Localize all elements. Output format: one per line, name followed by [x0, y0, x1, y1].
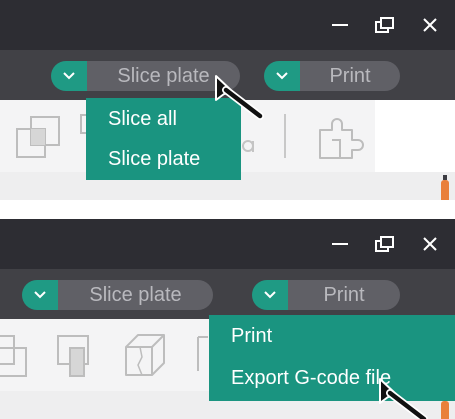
- chevron-down-icon: [264, 291, 276, 299]
- print-button[interactable]: Print: [300, 61, 400, 91]
- slice-plate-button[interactable]: Slice plate: [58, 280, 213, 310]
- restore-button[interactable]: [364, 0, 404, 50]
- cube-cut-icon[interactable]: [120, 331, 174, 385]
- restore-icon: [375, 236, 394, 252]
- pointer-arrow-icon: [215, 75, 264, 120]
- minimize-button[interactable]: [320, 219, 360, 269]
- slice-dropdown-toggle[interactable]: [51, 61, 87, 91]
- screenshot-panel-print-menu: Slice plate Print Print Export G-code fi…: [0, 219, 455, 419]
- restore-icon: [375, 17, 394, 33]
- title-bar: [0, 0, 455, 50]
- boolean-union-icon[interactable]: [14, 114, 64, 164]
- restore-button[interactable]: [364, 219, 404, 269]
- puzzle-split-icon[interactable]: [312, 110, 364, 162]
- close-icon: [423, 237, 437, 251]
- title-bar: [0, 219, 455, 269]
- print-button[interactable]: Print: [288, 280, 400, 310]
- marker-indicator: [441, 175, 449, 200]
- close-button[interactable]: [410, 219, 450, 269]
- chevron-down-icon: [63, 72, 75, 80]
- minimize-button[interactable]: [320, 0, 360, 50]
- minimize-icon: [332, 24, 348, 26]
- boolean-intersect-icon[interactable]: [56, 333, 106, 383]
- minimize-icon: [332, 243, 348, 245]
- print-dropdown-toggle[interactable]: [252, 280, 288, 310]
- chevron-down-icon: [276, 72, 288, 80]
- screenshot-panel-slice-menu: Slice plate Print Slice all Slice plate: [0, 0, 455, 200]
- pointer-arrow-icon: [379, 378, 428, 419]
- menu-item-print[interactable]: Print: [209, 316, 455, 356]
- text-tool-icon[interactable]: [240, 134, 254, 156]
- tool-icon-partial[interactable]: [196, 335, 208, 375]
- tool-separator: [284, 114, 286, 158]
- boolean-subtract-icon[interactable]: [0, 333, 40, 383]
- menu-item-slice-plate[interactable]: Slice plate: [86, 139, 241, 179]
- slice-toolbar: Slice plate Print: [0, 269, 455, 319]
- close-button[interactable]: [410, 0, 450, 50]
- close-icon: [423, 18, 437, 32]
- marker-indicator: [441, 396, 449, 419]
- chevron-down-icon: [34, 291, 46, 299]
- slice-dropdown-toggle[interactable]: [22, 280, 58, 310]
